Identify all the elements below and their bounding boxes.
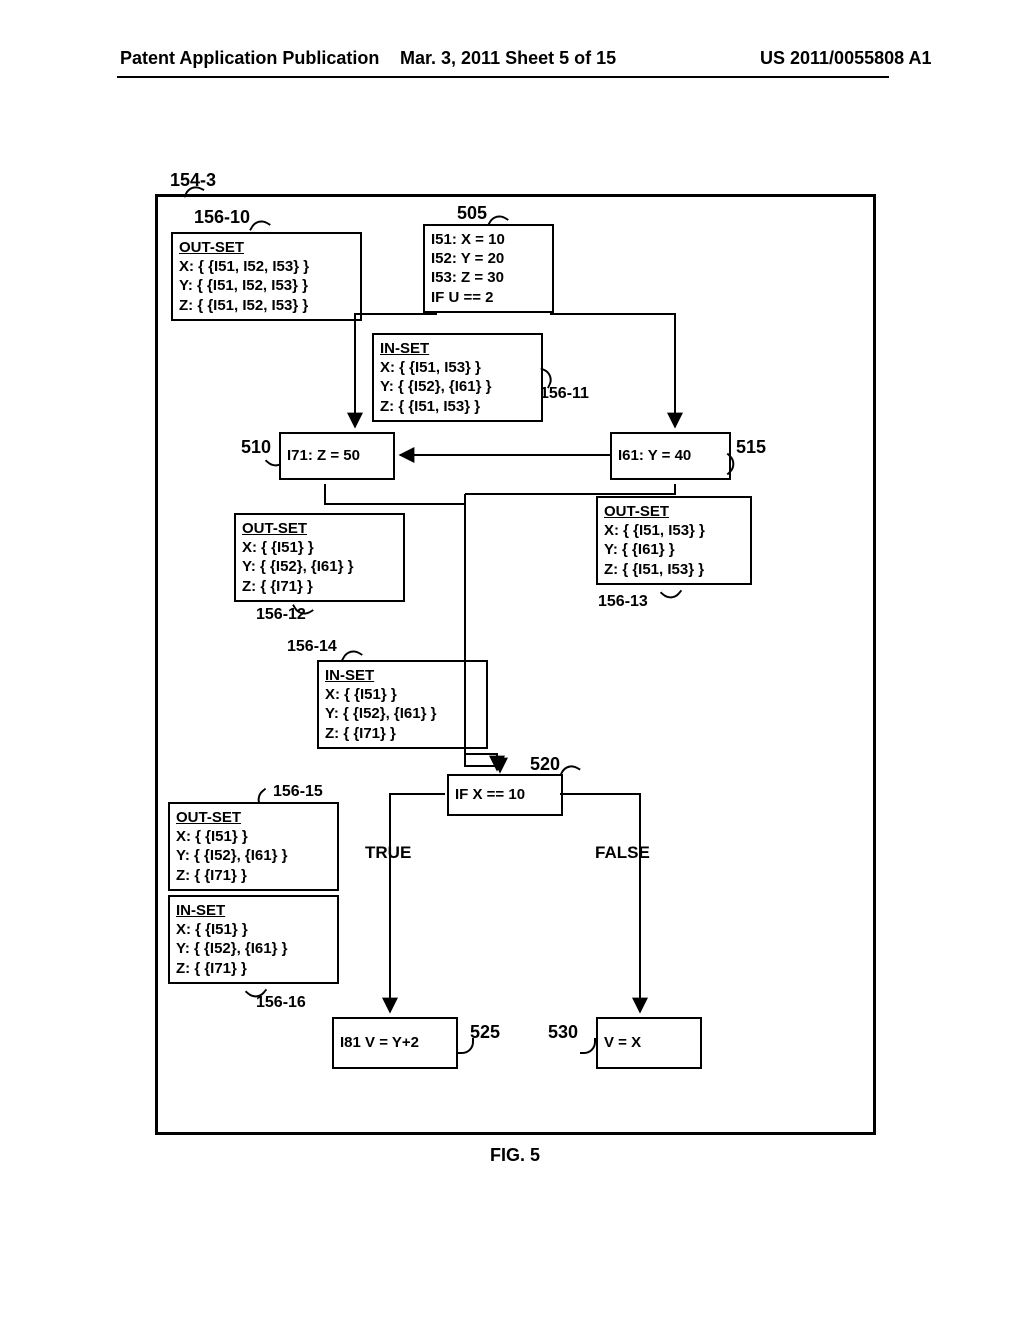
ref-156-10: 156-10 xyxy=(194,207,250,228)
annot-line: Z: { {I71} } xyxy=(176,959,331,978)
annot-156-14: IN-SET X: { {I51} } Y: { {I52}, {I61} } … xyxy=(317,660,488,749)
annot-156-13: OUT-SET X: { {I51, I53} } Y: { {I61} } Z… xyxy=(596,496,752,585)
annot-156-15: OUT-SET X: { {I51} } Y: { {I52}, {I61} }… xyxy=(168,802,339,891)
code-line: V = X xyxy=(604,1033,641,1052)
annot-line: X: { {I51, I53} } xyxy=(604,521,744,540)
ref-156-12: 156-12 xyxy=(256,606,306,624)
annot-156-12: OUT-SET X: { {I51} } Y: { {I52}, {I61} }… xyxy=(234,513,405,602)
block-525: I81 V = Y+2 xyxy=(332,1017,458,1069)
annot-156-11: IN-SET X: { {I51, I53} } Y: { {I52}, {I6… xyxy=(372,333,543,422)
code-line: I71: Z = 50 xyxy=(287,446,360,465)
code-line: I51: X = 10 xyxy=(431,230,546,249)
code-line: IF X == 10 xyxy=(455,785,525,804)
annot-line: Y: { {I52}, {I61} } xyxy=(325,704,480,723)
annot-156-10: OUT-SET X: { {I51, I52, I53} } Y: { {I51… xyxy=(171,232,362,321)
annot-title: OUT-SET xyxy=(179,238,354,257)
annot-line: Y: { {I51, I52, I53} } xyxy=(179,276,354,295)
code-line: I81 V = Y+2 xyxy=(340,1033,419,1052)
ref-156-15: 156-15 xyxy=(273,783,323,801)
annot-line: X: { {I51} } xyxy=(242,538,397,557)
annot-title: OUT-SET xyxy=(176,808,331,827)
header-left: Patent Application Publication xyxy=(120,48,379,69)
annot-title: IN-SET xyxy=(176,901,331,920)
annot-156-16: IN-SET X: { {I51} } Y: { {I52}, {I61} } … xyxy=(168,895,339,984)
annot-line: X: { {I51} } xyxy=(176,827,331,846)
ref-505: 505 xyxy=(457,203,487,224)
ref-510: 510 xyxy=(241,437,271,458)
annot-line: Z: { {I51, I53} } xyxy=(380,397,535,416)
annot-title: IN-SET xyxy=(380,339,535,358)
header-mid: Mar. 3, 2011 Sheet 5 of 15 xyxy=(400,48,616,69)
annot-title: OUT-SET xyxy=(604,502,744,521)
block-520: IF X == 10 xyxy=(447,774,563,816)
code-line: I53: Z = 30 xyxy=(431,268,546,287)
annot-line: Z: { {I71} } xyxy=(176,866,331,885)
ref-156-14: 156-14 xyxy=(287,638,337,656)
annot-line: Y: { {I52}, {I61} } xyxy=(176,939,331,958)
annot-line: Y: { {I52}, {I61} } xyxy=(176,846,331,865)
header-rule xyxy=(117,76,889,78)
ref-156-11: 156-11 xyxy=(540,385,589,403)
code-line: IF U == 2 xyxy=(431,288,546,307)
false-label: FALSE xyxy=(595,843,650,863)
annot-line: X: { {I51, I52, I53} } xyxy=(179,257,354,276)
annot-line: Z: { {I71} } xyxy=(325,724,480,743)
figure-caption: FIG. 5 xyxy=(490,1145,540,1166)
header-right: US 2011/0055808 A1 xyxy=(760,48,931,69)
ref-530: 530 xyxy=(548,1022,578,1043)
ref-520: 520 xyxy=(530,754,560,775)
annot-line: X: { {I51} } xyxy=(176,920,331,939)
ref-515: 515 xyxy=(736,437,766,458)
block-530: V = X xyxy=(596,1017,702,1069)
code-line: I61: Y = 40 xyxy=(618,446,691,465)
annot-line: X: { {I51} } xyxy=(325,685,480,704)
annot-line: Z: { {I51, I52, I53} } xyxy=(179,296,354,315)
block-515: I61: Y = 40 xyxy=(610,432,731,480)
block-510: I71: Z = 50 xyxy=(279,432,395,480)
annot-line: Y: { {I61} } xyxy=(604,540,744,559)
annot-line: Y: { {I52}, {I61} } xyxy=(380,377,535,396)
annot-title: OUT-SET xyxy=(242,519,397,538)
ref-156-13: 156-13 xyxy=(598,593,648,611)
annot-line: Z: { {I51, I53} } xyxy=(604,560,744,579)
annot-line: Z: { {I71} } xyxy=(242,577,397,596)
ref-525: 525 xyxy=(470,1022,500,1043)
annot-line: X: { {I51, I53} } xyxy=(380,358,535,377)
annot-line: Y: { {I52}, {I61} } xyxy=(242,557,397,576)
ref-156-16: 156-16 xyxy=(256,994,306,1012)
true-label: TRUE xyxy=(365,843,411,863)
annot-title: IN-SET xyxy=(325,666,480,685)
block-505: I51: X = 10 I52: Y = 20 I53: Z = 30 IF U… xyxy=(423,224,554,313)
code-line: I52: Y = 20 xyxy=(431,249,546,268)
